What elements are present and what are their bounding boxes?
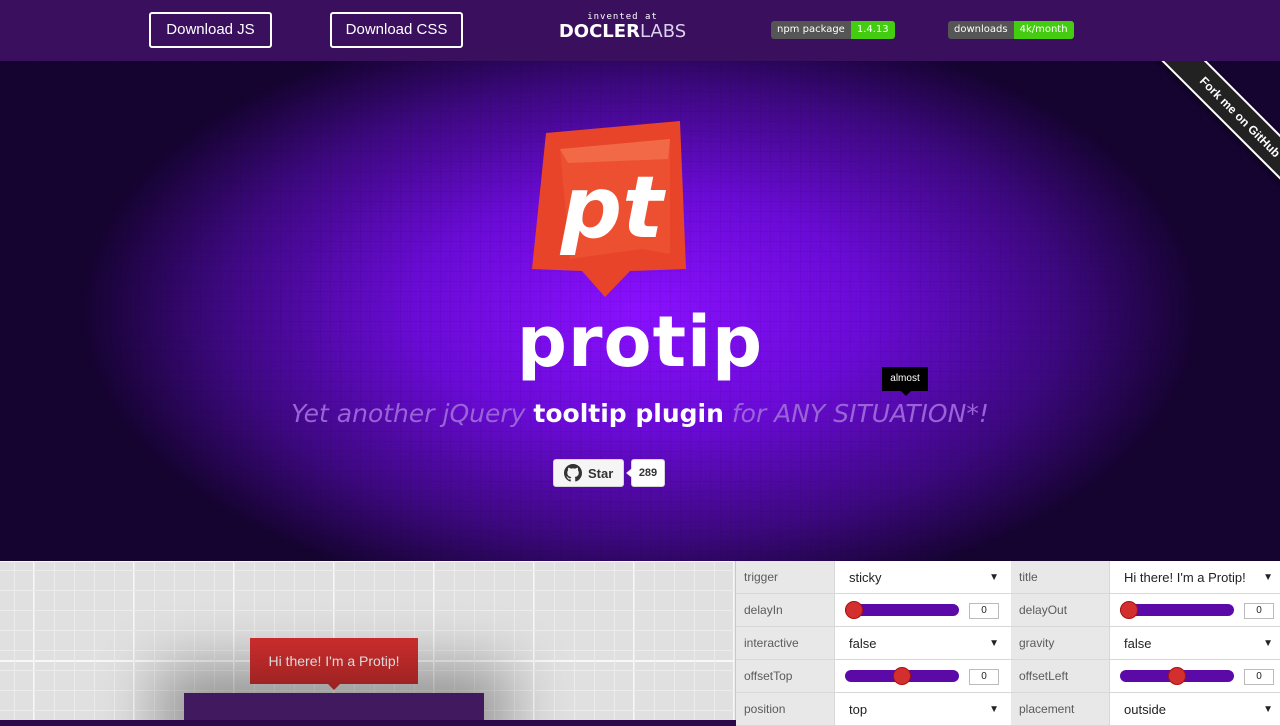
slider-knob[interactable]: [893, 667, 911, 685]
logo-docler: DOCLER: [558, 21, 640, 42]
interactive-value: false: [849, 636, 877, 651]
chevron-down-icon: ▼: [1263, 572, 1273, 583]
downloads-badge-value: 4k/month: [1013, 21, 1074, 39]
github-icon: [564, 464, 582, 482]
delayout-label: delayOut: [1011, 594, 1110, 627]
tagline-bold: tooltip plugin: [533, 399, 724, 428]
offsetleft-control: 0: [1110, 660, 1280, 693]
chevron-down-icon: ▼: [1263, 638, 1273, 649]
offsettop-number[interactable]: 0: [969, 669, 999, 685]
gravity-select[interactable]: false ▼: [1110, 627, 1280, 660]
delayin-slider[interactable]: [845, 601, 959, 619]
offsettop-label: offsetTop: [736, 660, 835, 693]
trigger-select[interactable]: sticky ▼: [835, 561, 1011, 594]
title-label: title: [1011, 561, 1110, 594]
downloads-badge[interactable]: downloads 4k/month: [948, 21, 1074, 39]
gravity-label: gravity: [1011, 627, 1110, 660]
fork-ribbon[interactable]: Fork me on GitHub: [1130, 61, 1280, 211]
almost-tooltip: almost: [882, 367, 928, 396]
page-title: protip: [516, 301, 764, 383]
delayin-label: delayIn: [736, 594, 835, 627]
download-css-button[interactable]: Download CSS: [330, 12, 463, 48]
slider-knob[interactable]: [845, 601, 863, 619]
chevron-down-icon: ▼: [989, 704, 999, 715]
demo-tooltip: Hi there! I'm a Protip!: [250, 638, 418, 690]
title-value: Hi there! I'm a Protip!: [1124, 570, 1246, 585]
star-count[interactable]: 289: [626, 459, 665, 487]
top-bar: Download JS Download CSS invented at DOC…: [0, 0, 1280, 61]
github-star-button[interactable]: Star: [553, 459, 624, 487]
chevron-down-icon: ▼: [1263, 704, 1273, 715]
tagline-post: for ANY SITUATION*!: [723, 399, 989, 428]
delayin-control: 0: [835, 594, 1011, 627]
position-select[interactable]: top ▼: [835, 693, 1011, 726]
delayin-number[interactable]: 0: [969, 603, 999, 619]
npm-badge-label: npm package: [771, 21, 851, 39]
placement-value: outside: [1124, 702, 1166, 717]
placement-select[interactable]: outside ▼: [1110, 693, 1280, 726]
logo-labs: LABS: [639, 21, 687, 42]
offsetleft-number[interactable]: 0: [1244, 669, 1274, 685]
star-label: Star: [588, 465, 614, 481]
downloads-badge-label: downloads: [948, 21, 1014, 39]
delayout-number[interactable]: 0: [1244, 603, 1274, 619]
delayout-control: 0: [1110, 594, 1280, 627]
hero-section: pt protip Yet another jQuery tooltip plu…: [0, 61, 1280, 561]
trigger-value: sticky: [849, 570, 882, 585]
logo-letters: pt: [560, 158, 667, 258]
npm-badge-value: 1.4.13: [850, 21, 895, 39]
controls-panel: trigger sticky ▼ title Hi there! I'm a Pr…: [735, 561, 1280, 726]
docler-labs-logo[interactable]: invented at DOCLERLABS: [555, 12, 690, 48]
fork-ribbon-label: Fork me on GitHub: [1157, 61, 1280, 200]
gravity-value: false: [1124, 636, 1152, 651]
position-value: top: [849, 702, 868, 717]
chevron-down-icon: ▼: [989, 572, 999, 583]
offsetleft-label: offsetLeft: [1011, 660, 1110, 693]
chevron-down-icon: ▼: [989, 638, 999, 649]
npm-badge[interactable]: npm package 1.4.13: [771, 21, 895, 39]
trigger-label: trigger: [736, 561, 835, 594]
offsettop-slider[interactable]: [845, 667, 959, 685]
offsettop-control: 0: [835, 660, 1011, 693]
title-select[interactable]: Hi there! I'm a Protip! ▼: [1110, 561, 1280, 594]
download-js-button[interactable]: Download JS: [149, 12, 272, 48]
tagline-pre: Yet another jQuery: [291, 399, 534, 428]
slider-knob[interactable]: [1168, 667, 1186, 685]
interactive-select[interactable]: false ▼: [835, 627, 1011, 660]
slider-knob[interactable]: [1120, 601, 1138, 619]
logo-wordmark: DOCLERLABS: [555, 22, 690, 42]
protip-logo-icon: pt: [532, 121, 686, 297]
demo-target-box[interactable]: [184, 693, 484, 720]
demo-area: Hi there! I'm a Protip!: [0, 561, 735, 720]
placement-label: placement: [1011, 693, 1110, 726]
delayout-slider[interactable]: [1120, 601, 1234, 619]
tagline: Yet another jQuery tooltip plugin for AN…: [0, 399, 1280, 428]
position-label: position: [736, 693, 835, 726]
interactive-label: interactive: [736, 627, 835, 660]
offsetleft-slider[interactable]: [1120, 667, 1234, 685]
